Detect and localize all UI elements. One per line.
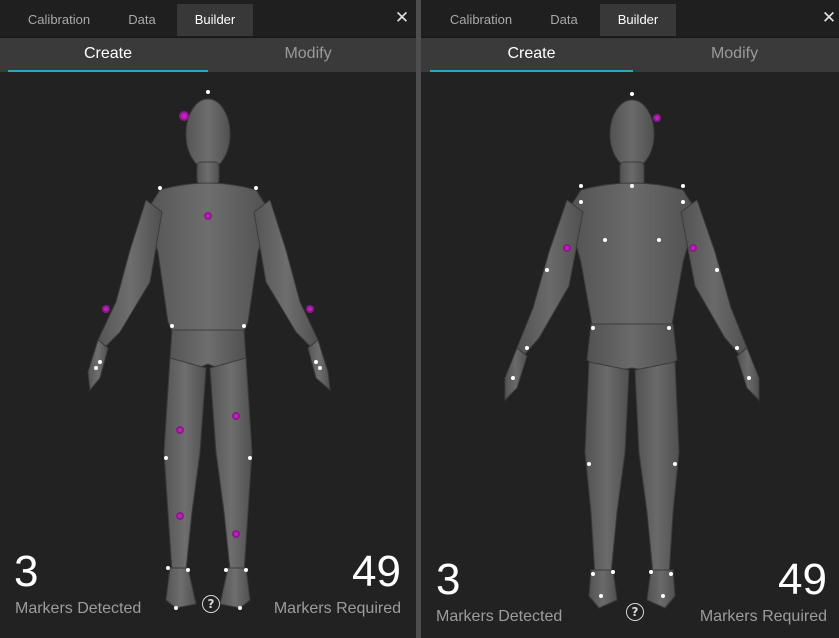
tab-builder[interactable]: Builder xyxy=(177,4,253,36)
subtab-modify[interactable]: Modify xyxy=(633,38,836,70)
subtab-bar: Create Modify xyxy=(0,38,416,72)
markers-required-count: 49 xyxy=(352,547,401,596)
markers-detected-label: Markers Detected xyxy=(15,600,142,617)
tab-data[interactable]: Data xyxy=(535,4,593,36)
tab-data[interactable]: Data xyxy=(113,4,171,36)
subtab-bar: Create Modify xyxy=(421,38,839,72)
markers-required-label: Markers Required xyxy=(273,600,401,617)
subtab-modify[interactable]: Modify xyxy=(208,38,408,70)
builder-panel-back: Calibration Data Builder ✕ Create Modify xyxy=(421,0,839,638)
tab-builder[interactable]: Builder xyxy=(600,4,676,36)
subtab-create[interactable]: Create xyxy=(430,38,633,70)
markers-required-label: Markers Required xyxy=(699,608,827,625)
body-figure-back xyxy=(504,92,760,609)
viewport-3d[interactable]: 3 Markers Detected ? 49 Markers Required xyxy=(421,72,839,638)
close-icon[interactable]: ✕ xyxy=(394,8,410,28)
help-icon[interactable]: ? xyxy=(202,595,220,613)
builder-panel-front: Calibration Data Builder ✕ Create Modify xyxy=(0,0,416,638)
tab-bar: Calibration Data Builder ✕ xyxy=(0,0,416,38)
tab-bar: Calibration Data Builder ✕ xyxy=(421,0,839,38)
tab-calibration[interactable]: Calibration xyxy=(13,4,105,36)
markers-detected-count: 3 xyxy=(436,555,461,604)
markers-detected-label: Markers Detected xyxy=(436,608,563,625)
close-icon[interactable]: ✕ xyxy=(821,8,837,28)
markers-required-count: 49 xyxy=(778,555,827,604)
viewport-3d[interactable]: 3 Markers Detected ? 49 Markers Required xyxy=(0,72,416,638)
markers-detected-count: 3 xyxy=(14,547,39,596)
help-icon[interactable]: ? xyxy=(626,603,644,621)
subtab-create[interactable]: Create xyxy=(8,38,208,70)
tab-calibration[interactable]: Calibration xyxy=(435,4,527,36)
